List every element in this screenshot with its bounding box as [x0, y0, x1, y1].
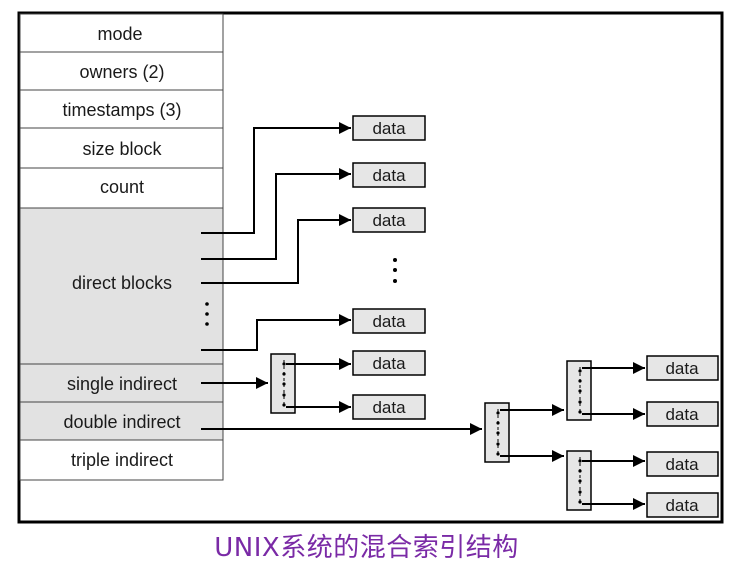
direct-data-blocks: data data data data — [352, 115, 426, 334]
data-label: data — [372, 312, 406, 331]
label-count: count — [100, 177, 144, 197]
second-level-index-block — [566, 450, 592, 511]
data-label: data — [372, 354, 406, 373]
data-label: data — [665, 359, 699, 378]
double-indirect-data-blocks: data data data data — [646, 355, 719, 518]
inode-table: mode owners (2) timestamps (3) size bloc… — [19, 13, 224, 481]
data-label: data — [372, 119, 406, 138]
label-mode: mode — [97, 24, 142, 44]
label-size-block: size block — [82, 139, 162, 159]
data-label: data — [665, 405, 699, 424]
single-indirect-data-blocks: data data — [352, 350, 426, 420]
data-ellipsis — [393, 258, 397, 283]
label-owners: owners (2) — [79, 62, 164, 82]
data-label: data — [372, 166, 406, 185]
data-label: data — [372, 211, 406, 230]
data-label: data — [372, 398, 406, 417]
single-indirect-block — [270, 353, 296, 414]
label-direct-blocks: direct blocks — [72, 273, 172, 293]
label-single-indirect: single indirect — [67, 374, 177, 394]
double-indirect-block — [484, 402, 510, 463]
label-timestamps: timestamps (3) — [62, 100, 181, 120]
diagram-caption: UNIX系统的混合索引结构 — [214, 533, 519, 563]
label-triple-indirect: triple indirect — [71, 450, 173, 470]
second-level-index-block — [566, 360, 592, 421]
label-double-indirect: double indirect — [63, 412, 180, 432]
inode-diagram: mode owners (2) timestamps (3) size bloc… — [17, 11, 724, 524]
data-label: data — [665, 496, 699, 515]
data-label: data — [665, 455, 699, 474]
